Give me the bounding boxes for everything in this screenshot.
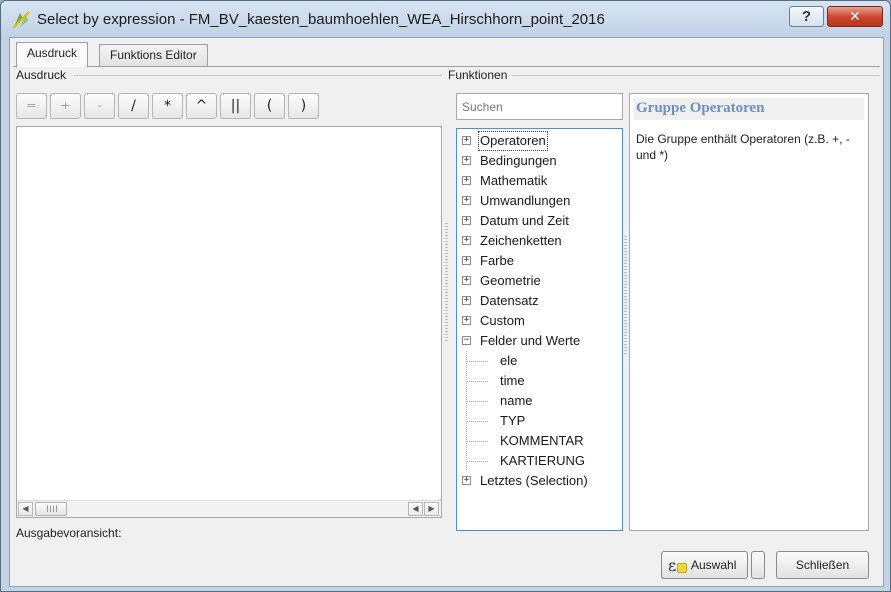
help-button[interactable]: ? xyxy=(789,6,824,27)
scroll-thumb[interactable] xyxy=(35,502,67,516)
expand-icon[interactable]: + xyxy=(462,296,471,305)
tree-group-label: Bedingungen xyxy=(480,153,557,168)
tree-field-label: TYP xyxy=(500,413,526,428)
operator-equals-button[interactable]: = xyxy=(16,93,47,119)
tree-group-label: Letztes (Selection) xyxy=(480,473,588,488)
expand-icon[interactable]: + xyxy=(462,136,471,145)
operator-open-paren-button[interactable]: ( xyxy=(254,93,285,119)
expression-epsilon-icon: ε xyxy=(668,555,690,577)
tree-field-label: KOMMENTAR xyxy=(500,433,584,448)
tree-connector-tick xyxy=(467,441,489,442)
function-search-input[interactable] xyxy=(456,93,623,120)
tree-group[interactable]: + Farbe xyxy=(457,251,622,271)
operator-power-button[interactable]: ^ xyxy=(186,93,217,119)
expression-group-rule xyxy=(74,75,442,76)
tree-group[interactable]: + Datensatz xyxy=(457,291,622,311)
tree-field-label: KARTIERUNG xyxy=(500,453,585,468)
tab-expression[interactable]: Ausdruck xyxy=(16,42,89,67)
tree-group[interactable]: + Datum und Zeit xyxy=(457,211,622,231)
tree-group[interactable]: + Letztes (Selection) xyxy=(457,471,622,491)
tree-field-label: name xyxy=(500,393,533,408)
splitter-handle-right[interactable] xyxy=(624,236,627,356)
tab-divider xyxy=(14,66,879,67)
tree-field-item[interactable]: TYP xyxy=(457,411,622,431)
tree-group[interactable]: + Custom xyxy=(457,311,622,331)
tree-group-label: Mathematik xyxy=(480,173,548,188)
help-panel: Gruppe Operatoren Die Gruppe enthält Ope… xyxy=(629,93,869,531)
expand-icon[interactable]: + xyxy=(462,216,471,225)
expand-icon[interactable]: + xyxy=(462,176,471,185)
close-dialog-button[interactable]: Schließen xyxy=(776,551,869,579)
operator-divide-button[interactable]: / xyxy=(118,93,149,119)
select-dropdown-button[interactable] xyxy=(751,551,765,579)
select-button-label: Auswahl xyxy=(691,558,737,572)
tree-field-item[interactable]: name xyxy=(457,391,622,411)
tree-field-label: time xyxy=(500,373,525,388)
operator-minus-button[interactable]: - xyxy=(84,93,115,119)
tree-group-label: Farbe xyxy=(480,253,514,268)
tree-field-item[interactable]: ele xyxy=(457,351,622,371)
expand-icon[interactable]: + xyxy=(462,196,471,205)
tab-function-editor[interactable]: Funktions Editor xyxy=(99,44,208,66)
tree-field-item[interactable]: KARTIERUNG xyxy=(457,451,622,471)
expand-icon[interactable]: + xyxy=(462,476,471,485)
expand-icon[interactable]: + xyxy=(462,156,471,165)
expression-editor[interactable]: ◀ ◀ ▶ xyxy=(16,126,442,518)
operator-close-paren-button[interactable]: ) xyxy=(288,93,319,119)
tree-group[interactable]: + Bedingungen xyxy=(457,151,622,171)
tree-group-label: Zeichenketten xyxy=(480,233,562,248)
tree-group-label: Geometrie xyxy=(480,273,541,288)
output-preview-label: Ausgabevoransicht: xyxy=(16,526,122,540)
tree-group-label: Datum und Zeit xyxy=(480,213,569,228)
tree-connector-tick xyxy=(467,461,489,462)
tree-group[interactable]: + Mathematik xyxy=(457,171,622,191)
tree-group-label: Operatoren xyxy=(478,131,548,151)
splitter-handle[interactable] xyxy=(445,223,448,343)
grip-icon xyxy=(47,506,57,512)
tree-field-label: ele xyxy=(500,353,518,368)
tree-connector-tick xyxy=(467,401,489,402)
close-window-button[interactable]: ✕ xyxy=(827,6,883,27)
expand-icon[interactable]: + xyxy=(462,236,471,245)
help-title: Gruppe Operatoren xyxy=(634,98,864,120)
expression-group-label: Ausdruck xyxy=(16,68,70,82)
select-button[interactable]: ε Auswahl xyxy=(661,551,748,579)
expand-icon[interactable]: + xyxy=(462,256,471,265)
scroll-left-icon[interactable]: ◀ xyxy=(18,502,33,516)
qgis-logo-icon xyxy=(12,11,30,29)
function-tree[interactable]: + Operatoren + Bedingungen + Mathematik + Umwan… xyxy=(456,128,623,531)
operator-plus-button[interactable]: + xyxy=(50,93,81,119)
horizontal-scrollbar[interactable]: ◀ ◀ ▶ xyxy=(17,500,441,517)
help-text: Die Gruppe enthält Operatoren (z.B. +, -… xyxy=(636,132,850,162)
collapse-icon[interactable]: − xyxy=(462,336,471,345)
scroll-right-icon[interactable]: ▶ xyxy=(424,502,439,516)
window-title: Select by expression - FM_BV_kaesten_bau… xyxy=(37,11,605,28)
operator-concat-button[interactable]: || xyxy=(220,93,251,119)
expand-icon[interactable]: + xyxy=(462,276,471,285)
dialog-window: Select by expression - FM_BV_kaesten_bau… xyxy=(0,0,891,592)
tree-group[interactable]: + Zeichenketten xyxy=(457,231,622,251)
functions-group-rule xyxy=(513,75,879,76)
tree-group-label: Custom xyxy=(480,313,525,328)
tree-group[interactable]: + Geometrie xyxy=(457,271,622,291)
tree-connector-tick xyxy=(467,361,489,362)
tree-connector-tick xyxy=(467,421,489,422)
tree-group-label: Datensatz xyxy=(480,293,539,308)
tree-connector-tick xyxy=(467,381,489,382)
dialog-client-area: Ausdruck Funktions Editor Ausdruck Funkt… xyxy=(9,37,884,587)
tree-group[interactable]: − Felder und Werte xyxy=(457,331,622,351)
scroll-left-alt-icon[interactable]: ◀ xyxy=(408,502,423,516)
title-bar[interactable]: Select by expression - FM_BV_kaesten_bau… xyxy=(1,1,890,37)
tree-group-label: Felder und Werte xyxy=(480,333,581,348)
tree-field-item[interactable]: KOMMENTAR xyxy=(457,431,622,451)
tree-field-item[interactable]: time xyxy=(457,371,622,391)
tree-group[interactable]: + Operatoren xyxy=(457,131,622,151)
functions-group-label: Funktionen xyxy=(448,68,511,82)
tree-group-label: Umwandlungen xyxy=(480,193,571,208)
tree-group[interactable]: + Umwandlungen xyxy=(457,191,622,211)
operator-multiply-button[interactable]: * xyxy=(152,93,183,119)
expand-icon[interactable]: + xyxy=(462,316,471,325)
